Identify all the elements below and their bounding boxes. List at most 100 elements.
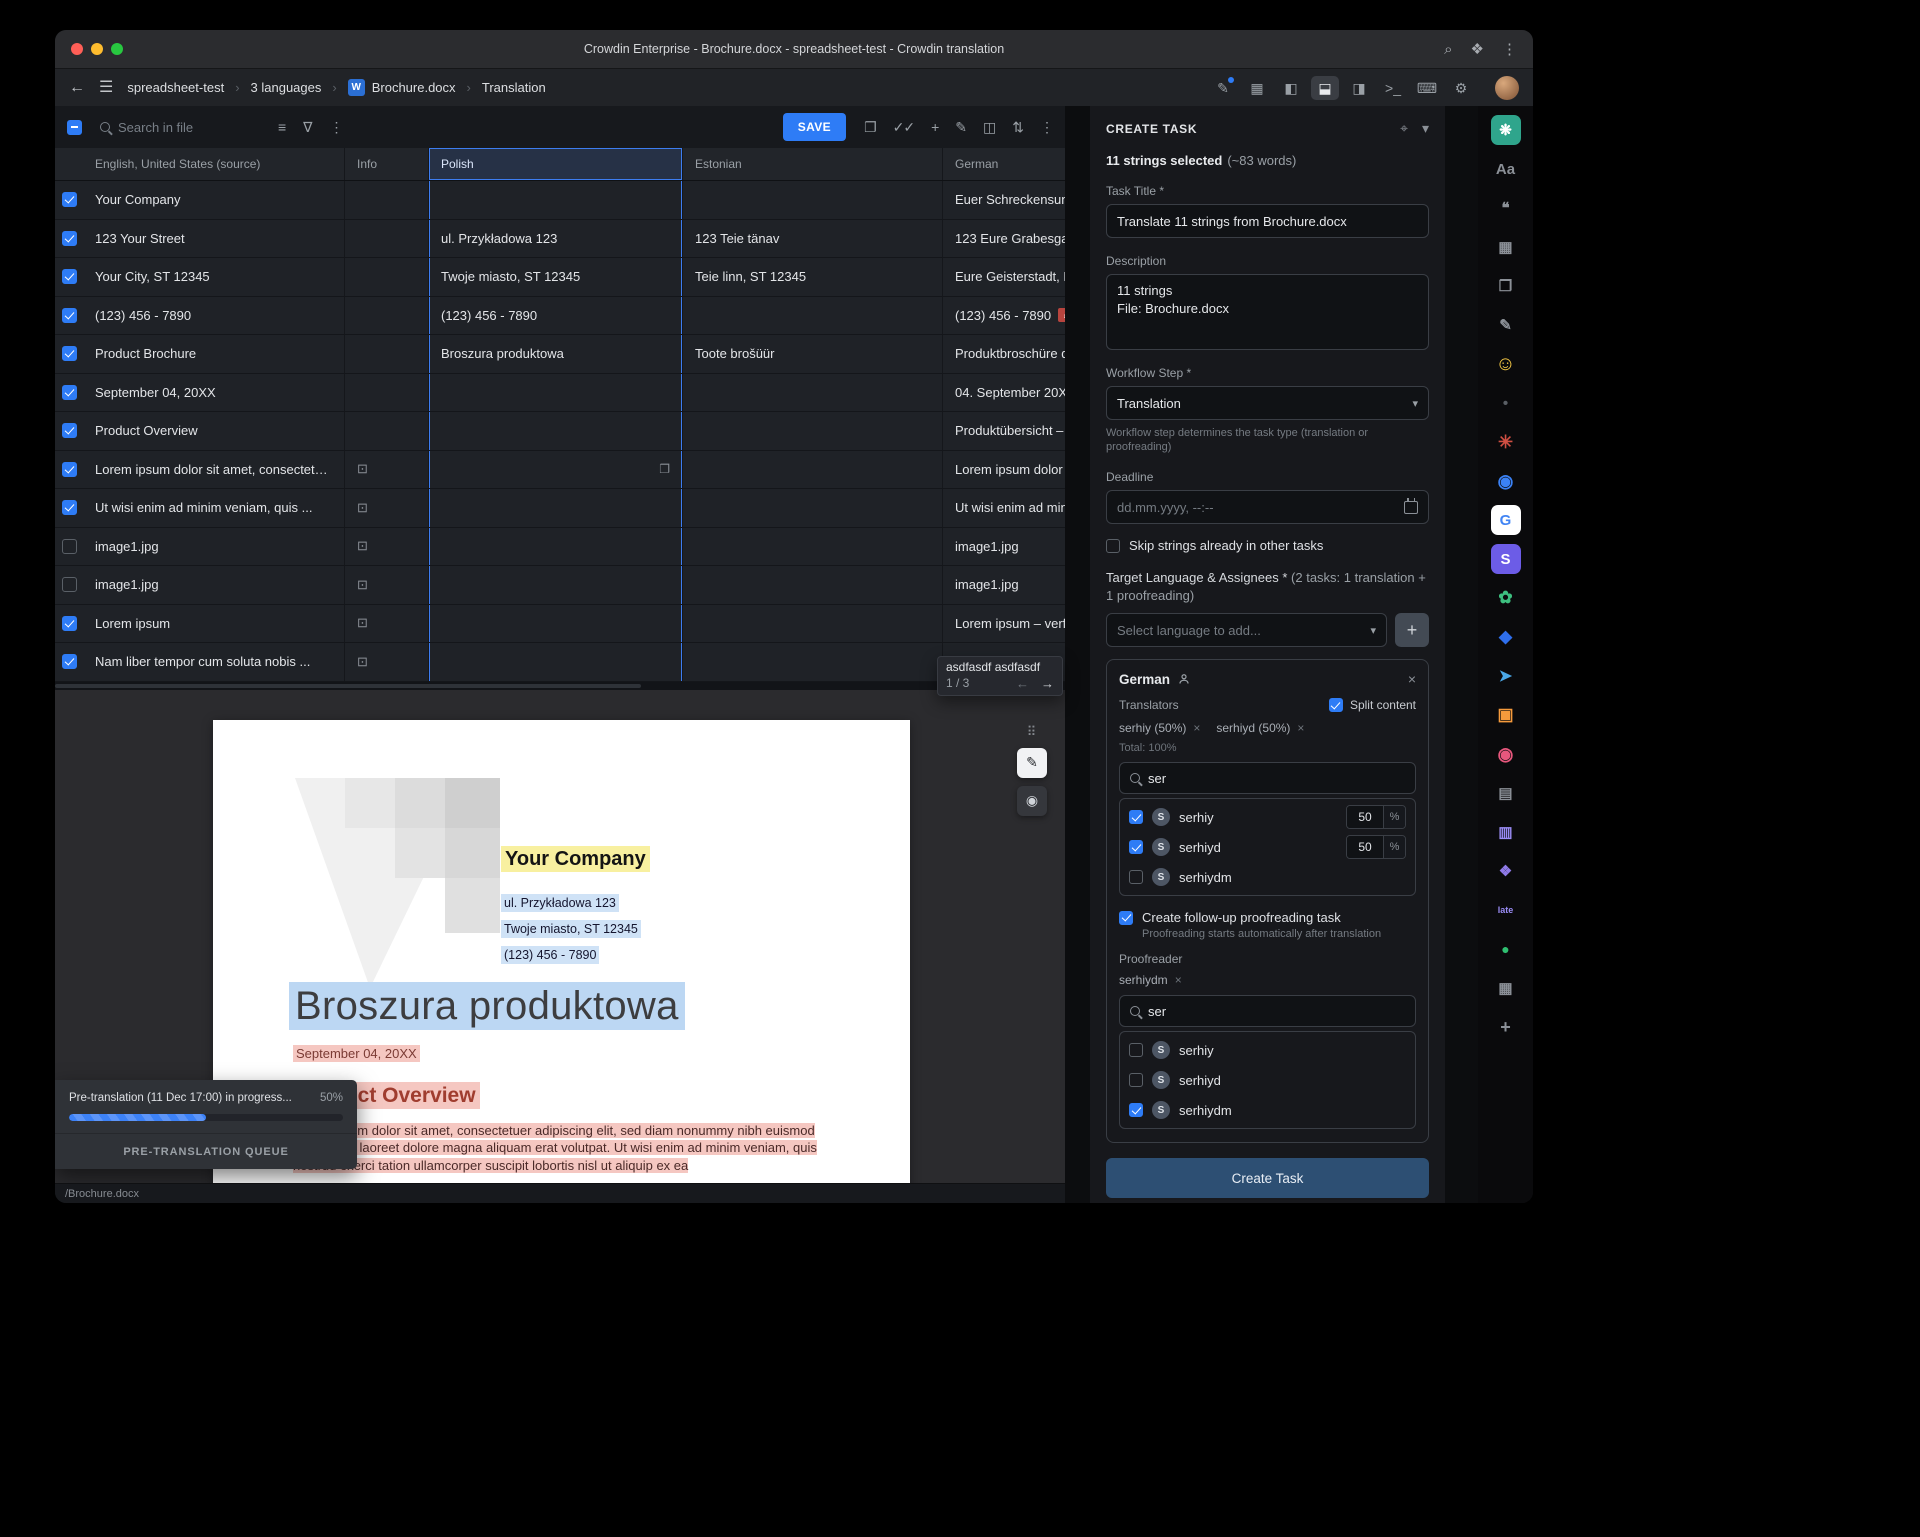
table-row[interactable]: Product Overview ⊡ ❐ Produktübersicht –⌂	[55, 412, 1065, 451]
polish-translation[interactable]: ul. Przykładowa 123	[441, 231, 557, 246]
translator-option[interactable]: S serhiyd %	[1129, 832, 1406, 862]
wings-app-icon[interactable]: ❖	[1491, 856, 1521, 886]
translator-checkbox[interactable]	[1129, 840, 1143, 854]
column-source[interactable]: English, United States (source)	[83, 148, 345, 180]
german-translation[interactable]: Lorem ipsum dolor s	[955, 462, 1065, 477]
source-string[interactable]: Nam liber tempor cum soluta nobis ...	[95, 654, 310, 669]
duplicate-icon[interactable]: ❐	[659, 462, 670, 476]
display-settings-icon[interactable]: ≡	[278, 120, 285, 134]
panel-left-icon[interactable]: ◧	[1277, 76, 1305, 100]
preview-visibility-button[interactable]: ◉	[1017, 786, 1047, 816]
language-select[interactable]: Select language to add... ▾	[1106, 613, 1387, 647]
remove-tag-icon[interactable]: ×	[1175, 973, 1182, 987]
camera-app-icon[interactable]: ◉	[1491, 466, 1521, 496]
source-string[interactable]: Ut wisi enim ad minim veniam, quis ...	[95, 500, 312, 515]
horizontal-scrollbar[interactable]	[55, 682, 1065, 690]
edit-icon[interactable]: ✎	[955, 120, 966, 134]
deadline-input[interactable]: dd.mm.yyyy, --:--	[1106, 490, 1429, 524]
german-translation[interactable]: Euer Schreckensunt	[955, 192, 1065, 207]
source-string[interactable]: image1.jpg	[95, 577, 159, 592]
save-button[interactable]: SAVE	[783, 113, 846, 141]
panel-bottom-icon[interactable]: ⬓	[1311, 76, 1339, 100]
circle-app-icon[interactable]: ●	[1491, 934, 1521, 964]
bird-app-icon[interactable]: ➤	[1491, 661, 1521, 691]
german-translation[interactable]: (123) 456 - 7890	[955, 308, 1051, 323]
percent-input[interactable]	[1347, 836, 1383, 858]
german-translation[interactable]: Produktbroschüre d	[955, 346, 1065, 361]
context-icon[interactable]: ⊡	[357, 538, 368, 554]
source-string[interactable]: Lorem ipsum dolor sit amet, consectetu..…	[95, 462, 332, 477]
polish-translation[interactable]: Broszura produktowa	[441, 346, 564, 361]
more-menu-icon[interactable]: ⋮	[1502, 42, 1517, 57]
select-all-checkbox[interactable]	[67, 120, 82, 135]
table-row[interactable]: Your City, ST 12345 ⊡ Twoje miasto, ST 1…	[55, 258, 1065, 297]
calendar-icon[interactable]	[1404, 501, 1418, 514]
translator-search-input[interactable]	[1148, 771, 1405, 786]
prev-page-icon[interactable]: ←	[1016, 676, 1029, 691]
german-translation[interactable]: Eure Geisterstadt, B	[955, 269, 1065, 284]
estonian-translation[interactable]: Teie linn, ST 12345	[695, 269, 806, 284]
filter-icon[interactable]: ∇	[303, 120, 311, 134]
translate-app-icon[interactable]: G	[1491, 505, 1521, 535]
grid-view-icon[interactable]: ▦	[1243, 76, 1271, 100]
source-string[interactable]: Product Overview	[95, 423, 198, 438]
panel-right-icon[interactable]: ◨	[1345, 76, 1373, 100]
german-translation[interactable]: 123 Eure Grabesgas	[955, 231, 1065, 246]
sort-icon[interactable]: ⋮	[330, 120, 343, 134]
table-view-icon[interactable]: ▦	[1491, 232, 1521, 262]
table-row[interactable]: image1.jpg ⊡ ❐ image1.jpg⌂	[55, 528, 1065, 567]
menu-icon[interactable]: ☰	[99, 80, 113, 96]
row-checkbox[interactable]	[62, 308, 77, 323]
drag-handle-icon[interactable]: ⠿	[1027, 724, 1038, 740]
column-estonian[interactable]: Estonian	[683, 148, 943, 180]
followup-checkbox[interactable]	[1119, 911, 1133, 925]
estonian-translation[interactable]: 123 Teie tänav	[695, 231, 779, 246]
german-translation[interactable]: image1.jpg	[955, 577, 1019, 592]
collapse-panel-icon[interactable]: ▾	[1422, 120, 1429, 137]
context-icon[interactable]: ⊡	[357, 577, 368, 593]
followup-option[interactable]: Create follow-up proofreading task	[1119, 910, 1416, 925]
minimize-window-button[interactable]	[91, 43, 103, 55]
proofreader-option[interactable]: S serhiydm	[1129, 1095, 1406, 1125]
translator-option[interactable]: S serhiydm	[1129, 862, 1406, 892]
search-in-file[interactable]: Search in file	[100, 120, 260, 135]
eye-app-icon[interactable]: ◉	[1491, 739, 1521, 769]
breadcrumb-section[interactable]: Translation	[482, 80, 546, 95]
crowdin-app-icon[interactable]: ❋	[1491, 115, 1521, 145]
cube-app-icon[interactable]: ▣	[1491, 700, 1521, 730]
column-info[interactable]: Info	[345, 148, 429, 180]
row-checkbox[interactable]	[62, 346, 77, 361]
context-icon[interactable]: ⊡	[357, 615, 368, 631]
description-input[interactable]	[1106, 274, 1429, 350]
table-row[interactable]: Nam liber tempor cum soluta nobis ... ⊡ …	[55, 643, 1065, 682]
row-checkbox[interactable]	[62, 577, 77, 592]
table-row[interactable]: Ut wisi enim ad minim veniam, quis ... ⊡…	[55, 489, 1065, 528]
slate-app-icon[interactable]: late	[1491, 895, 1521, 925]
row-checkbox[interactable]	[62, 462, 77, 477]
skip-strings-checkbox[interactable]	[1106, 539, 1120, 553]
add-extension-icon[interactable]: +	[1491, 1012, 1521, 1042]
row-height-icon[interactable]: ⇅	[1012, 120, 1023, 134]
context-icon[interactable]: ⊡	[357, 654, 368, 670]
add-string-icon[interactable]: +	[931, 120, 938, 134]
approve-all-icon[interactable]: ✓✓	[893, 120, 914, 134]
leaf-app-icon[interactable]: ✿	[1491, 583, 1521, 613]
table-row[interactable]: Lorem ipsum dolor sit amet, consectetu..…	[55, 451, 1065, 490]
split-view-icon[interactable]: ◫	[983, 120, 995, 134]
create-task-button[interactable]: Create Task	[1106, 1158, 1429, 1198]
table-row[interactable]: (123) 456 - 7890 ⊡ (123) 456 - 7890❐ (12…	[55, 297, 1065, 336]
german-translation[interactable]: 04. September 20XX	[955, 385, 1065, 400]
next-page-icon[interactable]: →	[1041, 676, 1054, 691]
translator-option[interactable]: S serhiy %	[1129, 802, 1406, 832]
dot-icon[interactable]: •	[1491, 388, 1521, 418]
split-content-option[interactable]: Split content	[1329, 698, 1416, 712]
polish-translation[interactable]: Twoje miasto, ST 12345	[441, 269, 580, 284]
s-app-icon[interactable]: S	[1491, 544, 1521, 574]
language-tool-icon[interactable]: Aa	[1491, 154, 1521, 184]
copy-icon[interactable]: ❐	[864, 120, 876, 134]
pre-translation-queue-button[interactable]: PRE-TRANSLATION QUEUE	[55, 1133, 357, 1169]
back-icon[interactable]: ←	[69, 80, 85, 96]
row-checkbox[interactable]	[62, 269, 77, 284]
workflow-step-select[interactable]: Translation ▾	[1106, 386, 1429, 420]
column-german[interactable]: German	[943, 148, 1065, 180]
